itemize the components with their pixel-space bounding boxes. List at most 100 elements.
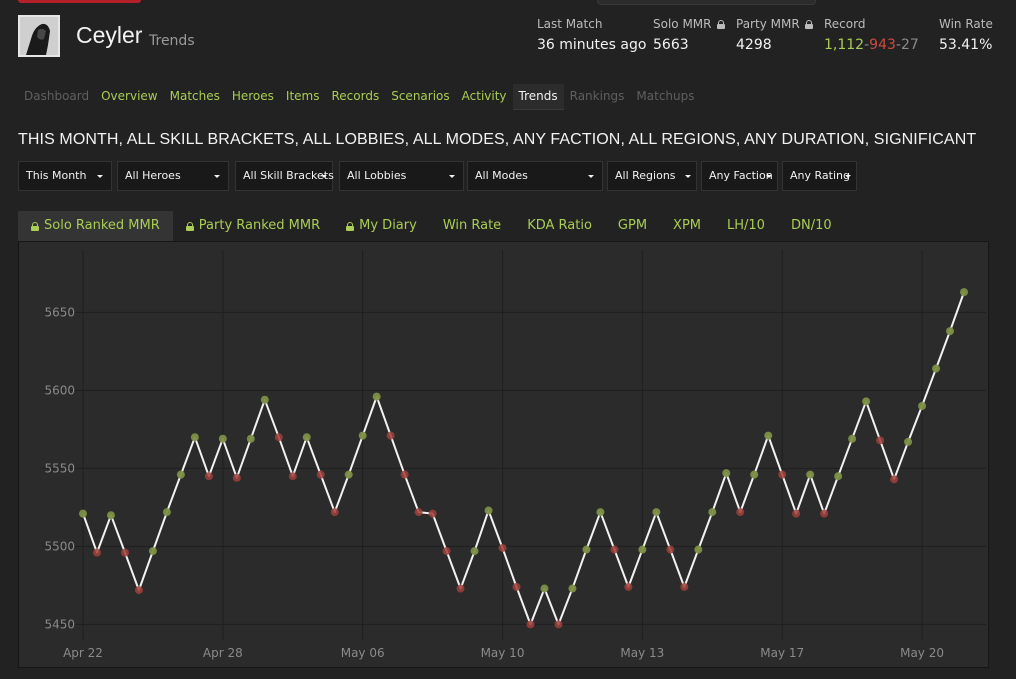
data-point-loss (414, 508, 423, 517)
data-point-loss (274, 433, 283, 442)
tab-party-ranked-mmr[interactable]: Party Ranked MMR (173, 211, 333, 241)
data-point-win (904, 437, 913, 446)
data-point-loss (456, 584, 465, 593)
stat-record: Record 1,112-943-27 (824, 17, 919, 53)
data-point-win (596, 508, 605, 517)
nav-records[interactable]: Records (326, 84, 386, 109)
data-point-win (218, 434, 227, 443)
stat-last-match: Last Match 36 minutes ago (537, 17, 646, 53)
data-point-loss (386, 431, 395, 440)
data-point-win (176, 470, 185, 479)
nav-matchups[interactable]: Matchups (630, 84, 700, 109)
data-point-win (358, 431, 367, 440)
data-point-win (932, 364, 941, 373)
tab-label: Party Ranked MMR (198, 218, 321, 233)
caret-down-icon (766, 175, 772, 178)
data-point-loss (890, 475, 899, 484)
nav-matches[interactable]: Matches (164, 84, 226, 109)
top-search-bar[interactable] (597, 0, 816, 5)
tab-label: LH/10 (727, 218, 765, 233)
tab-kda-ratio[interactable]: KDA Ratio (514, 211, 605, 241)
nav-overview[interactable]: Overview (95, 84, 164, 109)
data-point-loss (680, 582, 689, 591)
y-tick-label: 5600 (44, 383, 75, 397)
data-point-loss (820, 509, 829, 518)
data-point-win (764, 431, 773, 440)
data-point-loss (204, 472, 213, 481)
filter-all-skill-brackets-select[interactable]: All Skill Brackets (235, 161, 334, 191)
caret-down-icon (214, 175, 220, 178)
data-point-loss (134, 586, 143, 595)
lock-icon (804, 19, 813, 29)
filter-this-month-select[interactable]: This Month (18, 161, 112, 191)
nav-dashboard[interactable]: Dashboard (18, 84, 95, 109)
data-point-loss (498, 543, 507, 552)
data-point-win (302, 433, 311, 442)
data-point-win (260, 395, 269, 404)
data-point-win (106, 511, 115, 520)
tab-win-rate[interactable]: Win Rate (430, 211, 514, 241)
tab-lh-10[interactable]: LH/10 (714, 211, 778, 241)
data-point-win (708, 508, 717, 517)
data-point-loss (92, 548, 101, 557)
x-tick-label: May 06 (341, 646, 385, 660)
mmr-line-chart: 5450 5500 5550 5600 5650 Apr 22 Apr 28 May 06 Ma… (43, 250, 986, 660)
stat-value: 4298 (736, 37, 772, 53)
data-point-loss (316, 470, 325, 479)
tab-xpm[interactable]: XPM (660, 211, 714, 241)
player-avatar[interactable] (18, 15, 60, 57)
filter-summary: THIS MONTH, ALL SKILL BRACKETS, ALL LOBB… (18, 131, 977, 148)
data-point-win (470, 547, 479, 556)
data-point-loss (736, 508, 745, 517)
tab-solo-ranked-mmr[interactable]: Solo Ranked MMR (18, 211, 173, 241)
caret-down-icon (321, 175, 327, 178)
tab-my-diary[interactable]: My Diary (333, 211, 430, 241)
filter-any-faction-select[interactable]: Any Faction (701, 161, 778, 191)
filter-all-lobbies-select[interactable]: All Lobbies (339, 161, 464, 191)
data-point-win (862, 397, 871, 406)
stat-value: 53.41% (939, 37, 993, 53)
nav-items[interactable]: Items (280, 84, 326, 109)
caret-down-icon (685, 175, 691, 178)
tab-label: DN/10 (790, 218, 832, 233)
filter-label: This Month (26, 169, 87, 182)
data-point-loss (512, 582, 521, 591)
nav-rankings[interactable]: Rankings (564, 84, 631, 109)
stat-value: 36 minutes ago (537, 37, 647, 53)
y-tick-label: 5550 (44, 461, 75, 475)
record-abandons: 27 (900, 37, 919, 53)
nav-scenarios[interactable]: Scenarios (385, 84, 455, 109)
caret-down-icon (97, 175, 103, 178)
stat-label: Record (824, 17, 866, 31)
data-point-win (652, 508, 661, 517)
tab-label: XPM (673, 218, 702, 233)
x-tick-label: Apr 28 (203, 646, 243, 660)
profile-nav: Dashboard Overview Matches Heroes Items Recor… (18, 83, 701, 110)
tab-dn-10[interactable]: DN/10 (778, 211, 845, 241)
filter-all-modes-select[interactable]: All Modes (467, 161, 603, 191)
nav-activity[interactable]: Activity (456, 84, 513, 109)
filter-all-regions-select[interactable]: All Regions (607, 161, 697, 191)
data-point-win (750, 470, 759, 479)
filter-all-heroes-select[interactable]: All Heroes (117, 161, 229, 191)
x-tick-label: May 10 (481, 646, 525, 660)
player-name: Ceyler (76, 22, 143, 48)
data-point-win (722, 469, 731, 478)
data-point-win (148, 547, 157, 556)
data-point-win (79, 509, 87, 518)
caret-down-icon (588, 175, 594, 178)
data-point-win (848, 434, 857, 443)
nav-trends[interactable]: Trends (512, 83, 564, 110)
tab-label: Solo Ranked MMR (44, 218, 160, 233)
nav-heroes[interactable]: Heroes (226, 84, 280, 109)
filter-label: All Regions (615, 169, 676, 182)
stat-label: Party MMR (736, 17, 800, 31)
data-point-loss (232, 473, 241, 482)
record-wins: 1,112 (824, 37, 865, 53)
tab-gpm[interactable]: GPM (605, 211, 660, 241)
lock-icon (185, 221, 194, 231)
data-point-win (344, 470, 353, 479)
data-point-win (960, 288, 968, 297)
filter-any-rating-select[interactable]: Any Rating (782, 161, 857, 191)
tab-label: Win Rate (442, 218, 502, 233)
